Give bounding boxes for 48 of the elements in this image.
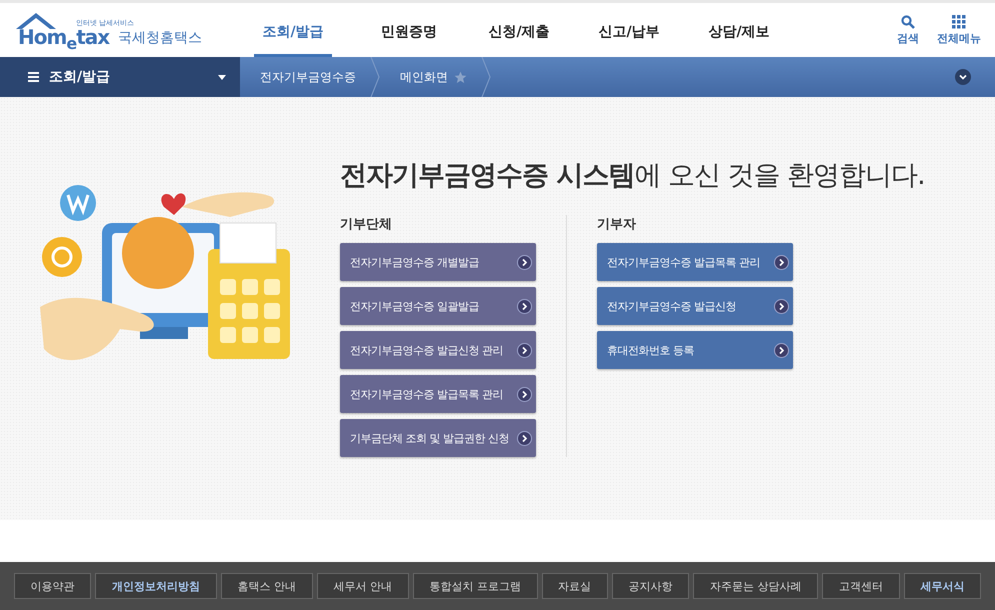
arrow-circle-icon [517, 342, 532, 358]
nav-tab[interactable]: 민원증명 [354, 3, 464, 57]
arrow-circle-icon [517, 386, 532, 402]
arrow-circle-icon [774, 254, 789, 270]
footer-link[interactable]: 자주묻는 상담사례 [693, 573, 818, 599]
footer-link[interactable]: 고객센터 [822, 573, 900, 599]
search-button[interactable]: 검색 [897, 14, 919, 46]
welcome-heading: 전자기부금영수증 시스템에 오신 것을 환영합니다. [340, 159, 925, 193]
logo-wordmark[interactable]: Hom$_{e}$tax [18, 25, 110, 53]
footer-link[interactable]: 공지사항 [612, 573, 690, 599]
service-button[interactable]: 전자기부금영수증 발급목록 관리 [597, 243, 793, 281]
logo-name[interactable]: 국세청홈택스 [118, 29, 202, 47]
service-button[interactable]: 기부금단체 조회 및 발급권한 신청 [340, 419, 536, 457]
nav-tab[interactable]: 신청/제출 [464, 3, 574, 57]
group-title: 기부자 [597, 216, 637, 233]
nav-tab[interactable]: 상담/제보 [684, 3, 794, 57]
service-button[interactable]: 휴대전화번호 등록 [597, 331, 793, 369]
house-roof-icon [14, 11, 58, 31]
service-button[interactable]: 전자기부금영수증 일괄발급 [340, 287, 536, 325]
nav-tab[interactable]: 신고/납부 [574, 3, 684, 57]
service-button[interactable]: 전자기부금영수증 발급목록 관리 [340, 375, 536, 413]
grid-menu-icon [952, 14, 966, 28]
footer-link[interactable]: 이용약관 [14, 573, 92, 599]
service-button[interactable]: 전자기부금영수증 개별발급 [340, 243, 536, 281]
chevron-separator-icon [370, 57, 380, 97]
hamburger-icon [28, 72, 39, 82]
arrow-circle-icon [517, 430, 532, 446]
breadcrumb-item[interactable]: 메인화면 [380, 57, 481, 97]
footer-link[interactable]: 홈택스 안내 [220, 573, 313, 599]
expand-circle-icon[interactable] [955, 69, 971, 85]
arrow-circle-icon [774, 342, 789, 358]
footer-link[interactable]: 세무서식 [904, 573, 982, 599]
section-menu-button[interactable]: 조회/발급 [0, 57, 240, 97]
chevron-separator-icon [481, 57, 491, 97]
service-button[interactable]: 전자기부금영수증 발급신청 [597, 287, 793, 325]
breadcrumb-item[interactable]: 전자기부금영수증 [240, 57, 370, 97]
footer-link[interactable]: 통합설치 프로그램 [412, 573, 538, 599]
search-icon [901, 14, 915, 28]
footer-link[interactable]: 개인정보처리방침 [95, 573, 217, 599]
footer-link[interactable]: 자료실 [542, 573, 608, 599]
group-title: 기부단체 [340, 216, 393, 233]
menu-button[interactable]: 전체메뉴 [937, 14, 981, 46]
dropdown-caret-icon [218, 74, 226, 80]
arrow-circle-icon [517, 254, 532, 270]
footer-link[interactable]: 세무서 안내 [316, 573, 409, 599]
service-button[interactable]: 전자기부금영수증 발급신청 관리 [340, 331, 536, 369]
arrow-circle-icon [774, 298, 789, 314]
arrow-circle-icon [517, 298, 532, 314]
